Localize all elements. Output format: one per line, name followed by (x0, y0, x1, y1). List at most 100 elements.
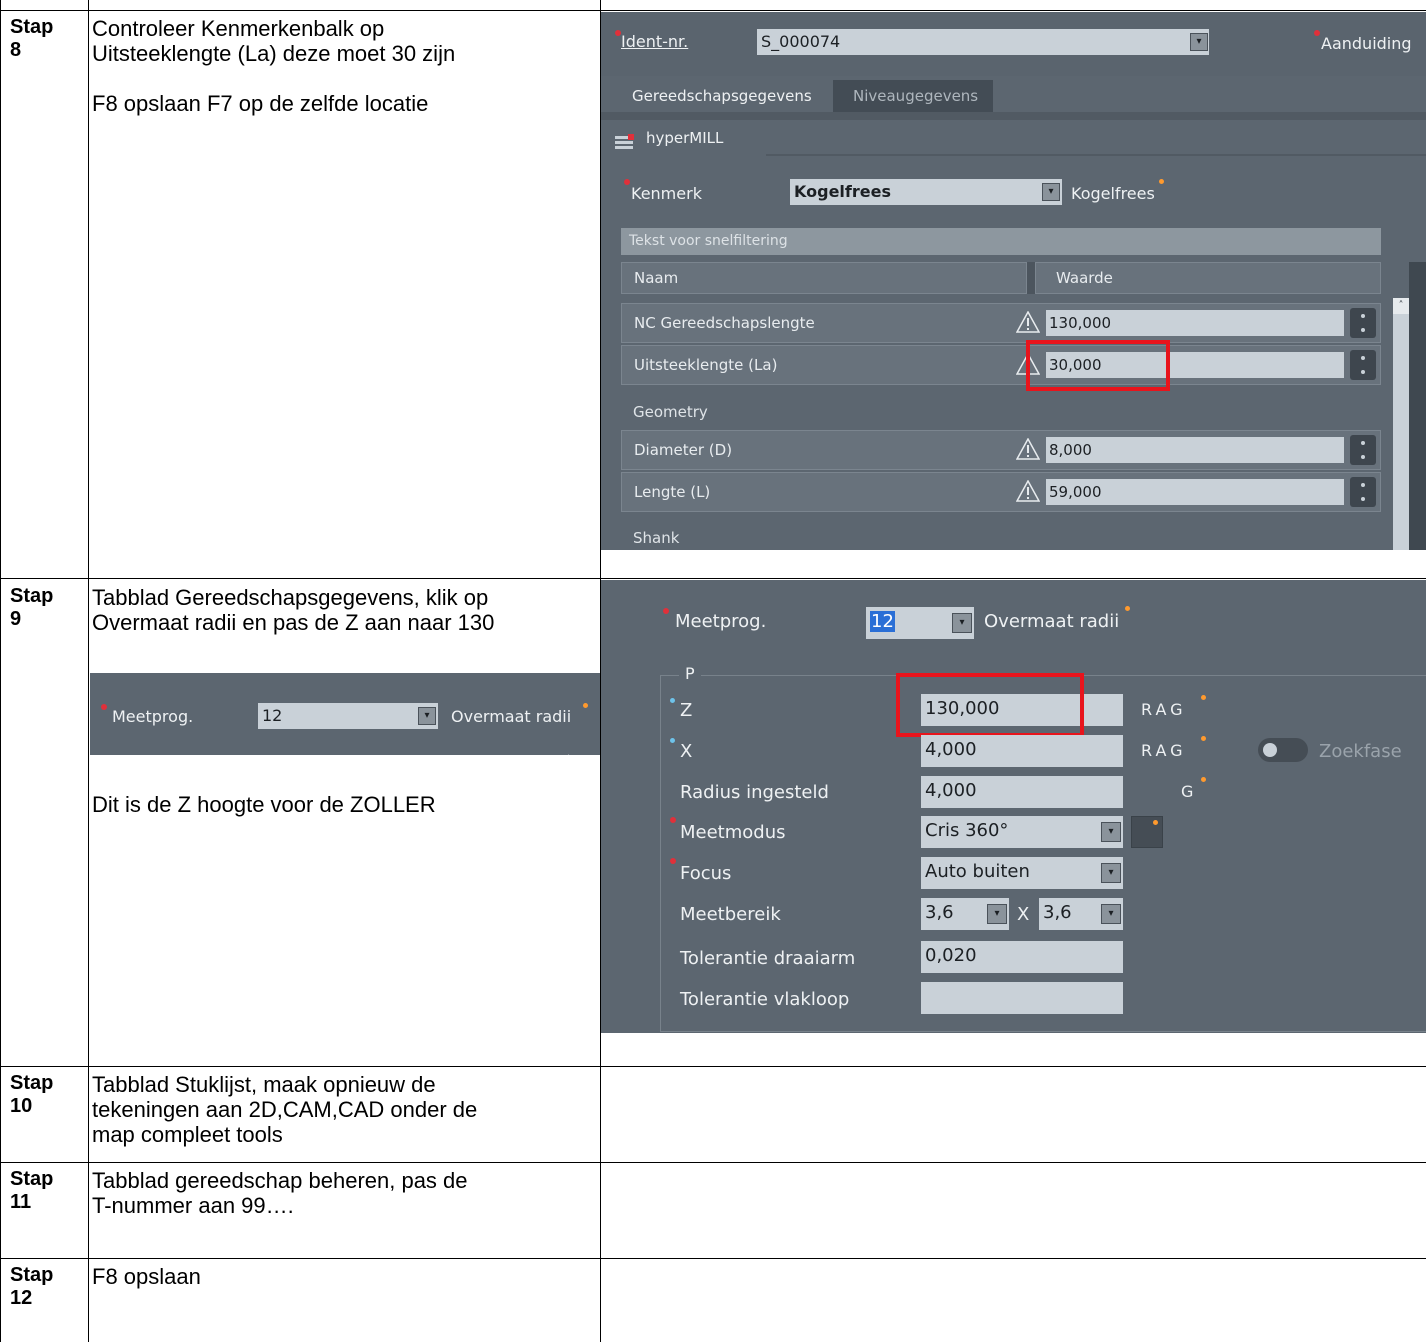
kenmerk-value: Kogelfrees (794, 182, 891, 201)
quick-filter-input[interactable]: Tekst voor snelfiltering (621, 228, 1381, 255)
step-label-text: Stap 11 (10, 1168, 54, 1213)
required-marker (101, 704, 107, 710)
step-label-text: Stap 8 (10, 16, 54, 61)
radius-field[interactable]: 4,000 (921, 776, 1123, 808)
tab-niveaugegevens[interactable]: Niveaugegevens (833, 80, 993, 112)
dropdown-arrow-icon[interactable]: ▾ (1101, 822, 1121, 842)
kebab-menu-icon[interactable] (1350, 435, 1376, 465)
table-border-row (0, 1066, 1426, 1067)
meetprog-label: Meetprog. (112, 707, 194, 726)
property-row[interactable]: Lengte (L) 59,000 (621, 472, 1381, 512)
column-header-naam[interactable]: Naam (621, 262, 1027, 294)
warning-icon (1015, 437, 1041, 460)
scroll-up-button[interactable]: ˄ (1393, 298, 1409, 314)
meetbereik-x: X (1017, 904, 1030, 925)
step-label: Stap 8 (10, 16, 86, 62)
x-field[interactable]: 4,000 (921, 735, 1123, 767)
meetprog-field[interactable]: 12 (258, 703, 438, 729)
kebab-menu-icon[interactable] (1350, 350, 1376, 380)
property-name: Lengte (L) (634, 483, 711, 501)
meetprog-value: 12 (870, 611, 895, 632)
dropdown-arrow-icon[interactable]: ▾ (987, 904, 1007, 924)
property-value-field[interactable]: 130,000 (1046, 310, 1344, 336)
kenmerk-label: Kenmerk (631, 184, 702, 203)
required-marker (624, 179, 630, 185)
indicator-dot (583, 703, 588, 708)
column-header-label: Naam (634, 269, 679, 287)
section-shank: Shank (633, 529, 680, 547)
focus-field[interactable]: Auto buiten (921, 857, 1123, 889)
zoekfase-label: Zoekfase (1319, 741, 1402, 762)
meetprog-inline-screenshot: Meetprog. 12 ▾ Overmaat radii (90, 673, 600, 755)
step-description: F8 opslaan (92, 1264, 592, 1289)
tolerantie-vlakloop-field[interactable] (921, 982, 1123, 1014)
step-label-text: Stap 12 (10, 1264, 54, 1309)
meetbereik-b-value: 3,6 (1043, 902, 1072, 923)
property-value: 59,000 (1049, 483, 1102, 501)
dropdown-arrow-icon[interactable]: ▾ (1042, 183, 1060, 201)
required-marker (670, 817, 676, 823)
meetmodus-value: Cris 360° (925, 820, 1009, 841)
dropdown-arrow-icon[interactable]: ▾ (1101, 904, 1121, 924)
overmaat-radii-link[interactable]: Overmaat radii (451, 707, 571, 726)
focus-label: Focus (680, 863, 732, 884)
filter-placeholder: Tekst voor snelfiltering (629, 233, 788, 249)
subtab-label: hyperMILL (646, 129, 724, 147)
meetmodus-label: Meetmodus (680, 822, 786, 843)
table-border-row (0, 1162, 1426, 1163)
kebab-menu-icon[interactable] (1350, 477, 1376, 507)
x-flags: RAG (1141, 741, 1187, 760)
subtab-hypermill[interactable]: hyperMILL (606, 120, 766, 156)
indicator-dot (1125, 606, 1130, 611)
tab-label: Niveaugegevens (853, 87, 979, 105)
toggle-switch-icon[interactable] (1258, 738, 1308, 762)
column-resizer[interactable] (1027, 262, 1035, 294)
overmaat-radii-label[interactable]: Overmaat radii (984, 611, 1119, 632)
kenmerk-field[interactable]: Kogelfrees (790, 179, 1062, 205)
tab-gereedschapsgegevens[interactable]: Gereedschapsgegevens (616, 80, 826, 112)
step-label: Stap 11 (10, 1168, 86, 1214)
required-marker (670, 858, 676, 864)
desc-line: Tabblad Gereedschapsgegevens, klik op (92, 585, 489, 610)
tolerantie-draaiarm-value: 0,020 (925, 945, 977, 966)
dropdown-arrow-icon[interactable]: ▾ (1101, 863, 1121, 883)
warning-icon (1015, 310, 1041, 333)
kebab-menu-icon[interactable] (1350, 308, 1376, 338)
subtab-line (766, 154, 1426, 156)
group-label-p: P (679, 664, 701, 683)
kenmerk-text: Kogelfrees (1071, 184, 1155, 203)
ident-value: S_000074 (761, 32, 841, 51)
scrollbar-dark-edge (1409, 262, 1426, 550)
step-note: F8 opslaan F7 op de zelfde locatie (92, 91, 429, 116)
meetmodus-extra-button[interactable] (1131, 816, 1163, 848)
column-header-waarde[interactable]: Waarde (1035, 262, 1381, 294)
property-row[interactable]: Diameter (D) 8,000 (621, 430, 1381, 470)
property-row[interactable]: Uitsteeklengte (La) 30,000 (621, 345, 1381, 385)
required-marker (663, 608, 669, 614)
radius-value: 4,000 (925, 780, 977, 801)
indicator-dot (1153, 820, 1158, 825)
property-value: 130,000 (1049, 314, 1112, 332)
z-label: Z (680, 700, 693, 721)
property-row[interactable]: NC Gereedschapslengte 130,000 (621, 303, 1381, 343)
step-description: Controleer Kenmerkenbalk op Uitsteekleng… (92, 16, 592, 116)
desc-line: T-nummer aan 99…. (92, 1193, 294, 1218)
measurement-settings-screenshot: Meetprog. 12 ▾ Overmaat radii P Z 130,00… (601, 580, 1426, 1033)
property-value-field[interactable]: 8,000 (1046, 437, 1344, 463)
meetmodus-field[interactable]: Cris 360° (921, 816, 1123, 848)
property-name: Uitsteeklengte (La) (634, 356, 778, 374)
property-name: Diameter (D) (634, 441, 733, 459)
step-description: Tabblad gereedschap beheren, pas de T-nu… (92, 1168, 592, 1218)
desc-line: Tabblad gereedschap beheren, pas de (92, 1168, 468, 1193)
property-value-field[interactable]: 59,000 (1046, 479, 1344, 505)
dropdown-arrow-icon[interactable]: ▾ (418, 707, 436, 725)
dropdown-arrow-icon[interactable]: ▾ (1190, 33, 1208, 51)
tolerantie-draaiarm-label: Tolerantie draaiarm (680, 948, 856, 969)
table-border-top (0, 10, 1426, 11)
dropdown-arrow-icon[interactable]: ▾ (952, 613, 972, 633)
scrollbar-track[interactable] (1393, 298, 1409, 550)
tolerantie-vlakloop-label: Tolerantie vlakloop (680, 989, 850, 1010)
tolerantie-draaiarm-field[interactable]: 0,020 (921, 941, 1123, 973)
ident-field[interactable]: S_000074 (757, 29, 1209, 55)
hypermill-icon (614, 129, 636, 149)
